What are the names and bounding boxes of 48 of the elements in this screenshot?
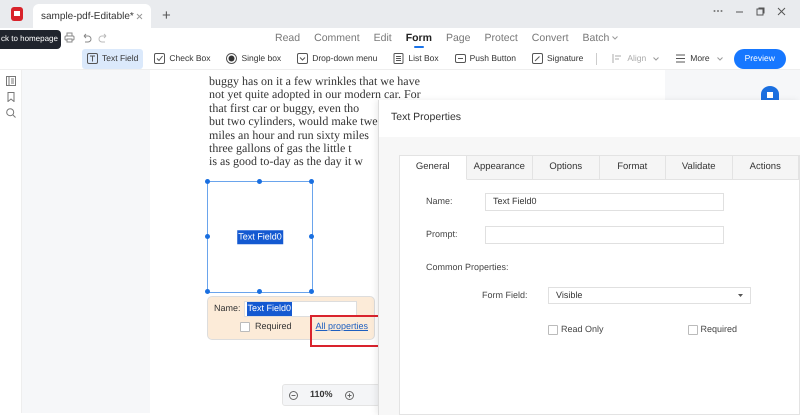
menu-tab[interactable]: Batch [576,28,626,48]
toolbar-button[interactable]: Drop-down menu [292,48,382,68]
dialog-tab[interactable]: Format [600,156,666,180]
dialog-tab[interactable]: Validate [666,156,732,180]
text-line: is as good to-day as the day it w [209,155,363,169]
section-label: Common Properties: [426,261,509,274]
document-tab[interactable]: sample-pdf-Editable* [33,4,151,28]
toolbar-button[interactable]: List Box [388,48,444,68]
text-line: not yet quite adopted in our modern car. For [209,88,421,102]
toolbar-button[interactable]: Push Button [450,48,521,68]
dialog-tab[interactable]: Appearance [466,156,533,180]
toolbar-button[interactable]: Text Field [82,48,144,68]
field-label: Text Field0 [237,230,283,244]
field-label: Prompt: [426,228,459,242]
form-field[interactable]: Text Field0 [207,181,313,293]
toolbar-button[interactable]: Check Box [149,48,216,68]
text-line: three gallons of gas the little t [209,142,352,156]
text-line: buggy has on it a few wrinkles that we have [209,75,420,88]
menu-tab[interactable]: Read [268,28,308,48]
zoom-level[interactable]: 110% [310,388,333,402]
field-label: Name: [426,195,454,208]
dialog-tab[interactable]: Options [533,156,600,180]
text-line: but two cylinders, would make twe [209,115,378,129]
text-line: miles an hour and run sixty miles [209,128,369,142]
name-input[interactable]: Text Field0 [244,301,357,317]
field-label: Name: [214,302,241,316]
text-line: that first car or buggy, even tho [209,102,360,116]
new-tab-button[interactable]: + [162,5,171,28]
select-field[interactable]: Visible [548,287,751,304]
menu-tab[interactable]: Comment [307,28,367,48]
dialog-title: Text Properties [391,111,462,123]
preview-button[interactable]: Preview [734,48,786,68]
text-input[interactable]: Text Field0 [485,193,724,211]
checkbox-label: Required [700,323,738,336]
menu-tab[interactable]: Form [398,28,439,48]
menu-tab[interactable]: Protect [478,28,525,48]
field-label: Form Field: [482,288,529,302]
all-properties-link[interactable]: All properties [315,320,368,334]
checkbox-label: Read Only [561,323,604,336]
menu-tab[interactable]: Convert [524,28,576,48]
toolbar-button[interactable]: Signature [526,48,588,68]
checkbox-label: Required [255,320,292,333]
menu-tab[interactable]: Page [438,28,478,48]
toolbar-button[interactable]: More [670,48,728,68]
menu-tab[interactable]: Edit [366,28,399,48]
tooltip: ck to homepage [0,30,61,49]
toolbar-button[interactable]: Single box [221,48,286,68]
dialog-tab[interactable]: Actions [732,156,799,180]
